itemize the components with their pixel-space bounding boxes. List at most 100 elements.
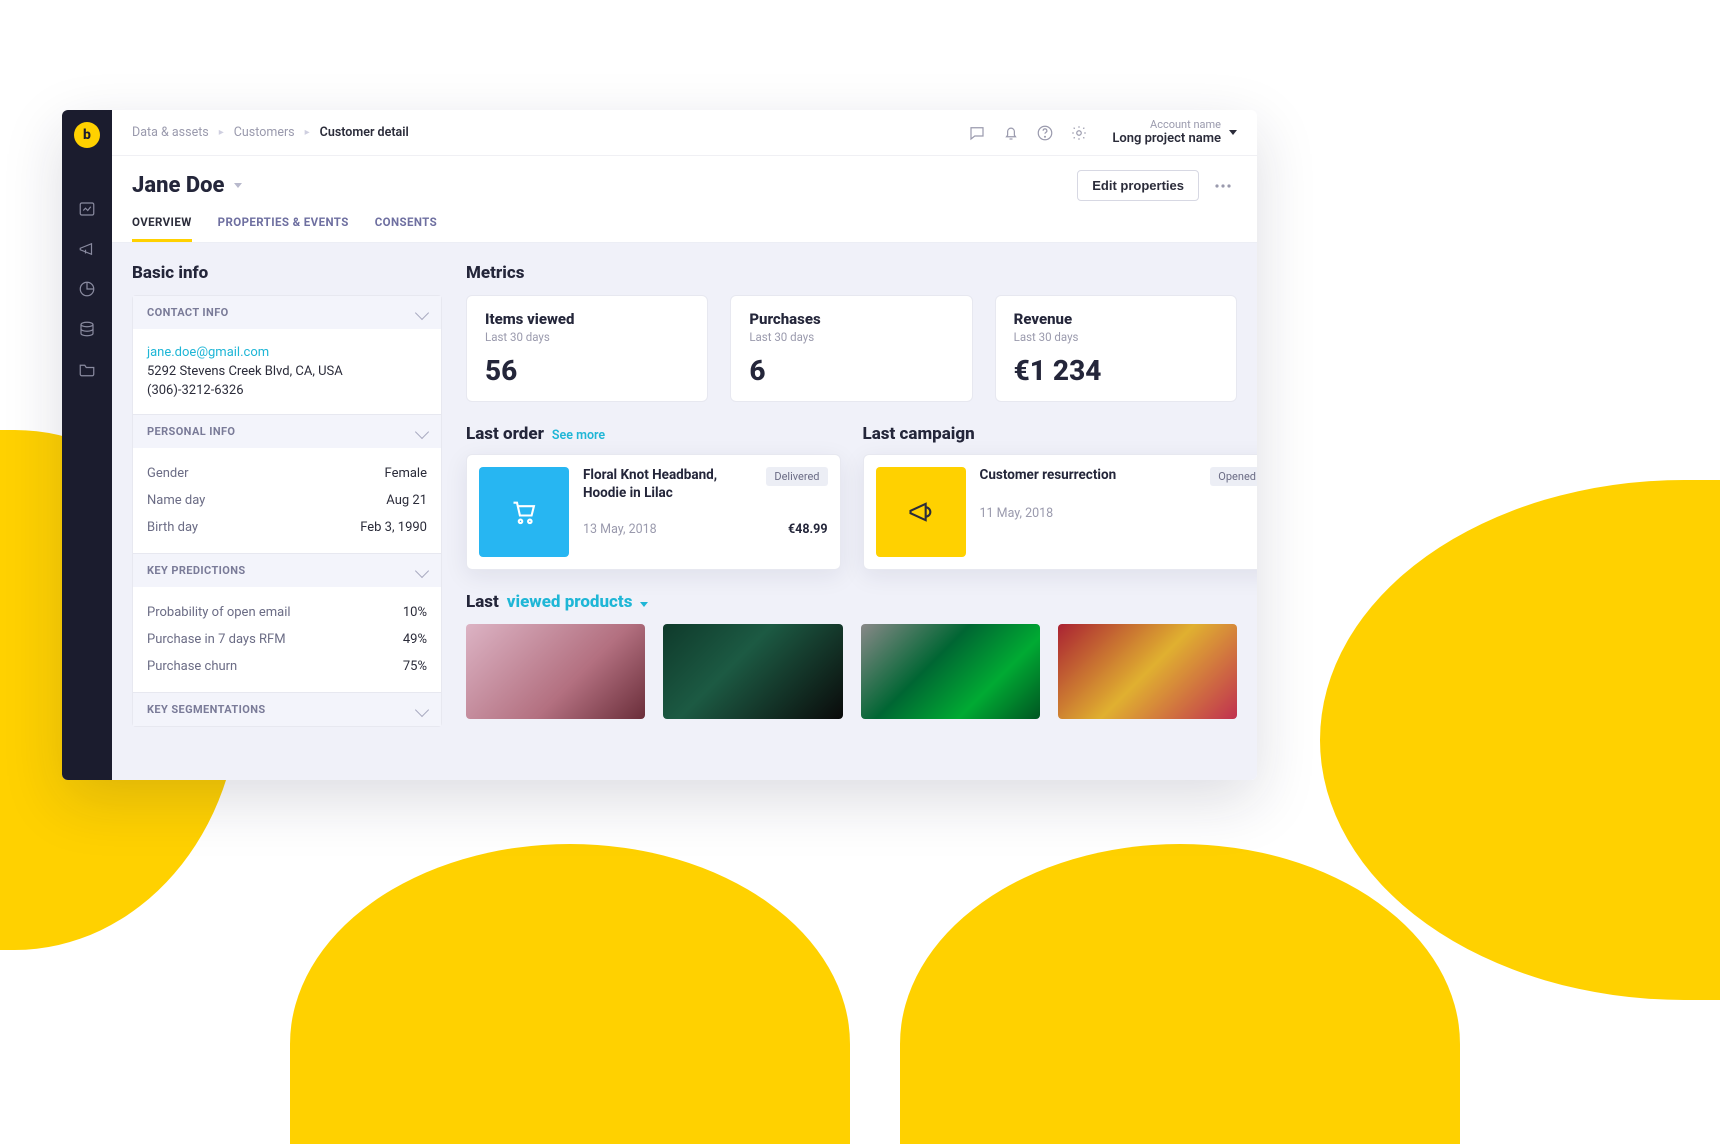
metric-card-items-viewed: Items viewed Last 30 days 56	[466, 295, 708, 402]
accordion-label: KEY SEGMENTATIONS	[147, 703, 266, 716]
metric-title: Items viewed	[485, 310, 689, 328]
last-order-card[interactable]: Floral Knot Headband, Hoodie in Lilac De…	[466, 454, 841, 570]
customer-phone: (306)-3212-6326	[147, 383, 427, 398]
chat-icon[interactable]	[968, 124, 986, 142]
kv-label: Purchase in 7 days RFM	[147, 632, 286, 647]
tabs: OVERVIEW PROPERTIES & EVENTS CONSENTS	[112, 201, 1257, 243]
kv-value: Feb 3, 1990	[360, 520, 427, 535]
tab-consents[interactable]: CONSENTS	[375, 215, 437, 242]
customer-address: 5292 Stevens Creek Blvd, CA, USA	[147, 364, 427, 379]
breadcrumb-current: Customer detail	[320, 125, 409, 140]
status-badge: Opened	[1210, 467, 1257, 486]
campaign-title: Customer resurrection	[980, 467, 1117, 485]
product-thumb[interactable]	[466, 624, 645, 719]
metrics-row: Items viewed Last 30 days 56 Purchases L…	[466, 295, 1237, 402]
kv-value: 49%	[403, 632, 427, 647]
campaign-date: 11 May, 2018	[980, 506, 1054, 521]
basic-info-title: Basic info	[132, 263, 442, 283]
accordion-label: PERSONAL INFO	[147, 425, 235, 438]
page-title-text: Jane Doe	[132, 173, 224, 198]
kv-value: 10%	[403, 605, 427, 620]
help-icon[interactable]	[1036, 124, 1054, 142]
megaphone-icon	[876, 467, 966, 557]
last-campaign-title: Last campaign	[863, 424, 975, 444]
kv-value: Aug 21	[386, 493, 427, 508]
order-date: 13 May, 2018	[583, 522, 657, 537]
breadcrumb-link[interactable]: Customers	[234, 125, 295, 140]
last-campaign-card[interactable]: Customer resurrection Opened 11 May, 201…	[863, 454, 1258, 570]
analytics-icon[interactable]	[78, 280, 96, 298]
contact-info-header[interactable]: CONTACT INFO	[133, 296, 441, 329]
cart-icon	[479, 467, 569, 557]
key-segmentations-header[interactable]: KEY SEGMENTATIONS	[133, 692, 441, 726]
more-button[interactable]	[1209, 172, 1237, 200]
order-price: €48.99	[788, 522, 827, 537]
order-title: Floral Knot Headband, Hoodie in Lilac	[583, 467, 756, 502]
tab-properties-events[interactable]: PROPERTIES & EVENTS	[218, 215, 349, 242]
chevron-right-icon: ▸	[219, 127, 224, 138]
metric-title: Revenue	[1014, 310, 1218, 328]
caret-down-icon	[234, 183, 242, 188]
see-more-link[interactable]: See more	[552, 428, 605, 443]
key-predictions-header[interactable]: KEY PREDICTIONS	[133, 553, 441, 587]
gear-icon[interactable]	[1070, 124, 1088, 142]
campaigns-icon[interactable]	[78, 240, 96, 258]
product-thumb[interactable]	[1058, 624, 1237, 719]
product-row	[466, 624, 1237, 719]
logo[interactable]: b	[74, 122, 100, 148]
basic-info-column: Basic info CONTACT INFO jane.doe@gmail.c…	[132, 263, 442, 760]
tab-overview[interactable]: OVERVIEW	[132, 215, 192, 242]
product-thumb[interactable]	[663, 624, 842, 719]
app-window: b Data & assets ▸ Customers ▸ Customer d…	[62, 110, 1257, 780]
kv-value: Female	[385, 466, 427, 481]
chevron-right-icon: ▸	[305, 127, 310, 138]
chevron-down-icon	[415, 563, 429, 577]
caret-down-icon	[1229, 130, 1237, 135]
metric-card-purchases: Purchases Last 30 days 6	[730, 295, 972, 402]
dashboard-icon[interactable]	[78, 200, 96, 218]
status-badge: Delivered	[766, 467, 827, 486]
metric-card-revenue: Revenue Last 30 days €1 234	[995, 295, 1237, 402]
customer-email[interactable]: jane.doe@gmail.com	[147, 345, 427, 360]
metric-value: 56	[485, 354, 689, 387]
kv-value: 75%	[403, 659, 427, 674]
metric-sub: Last 30 days	[1014, 330, 1218, 344]
last-viewed-accent: viewed products	[507, 592, 633, 612]
bell-icon[interactable]	[1002, 124, 1020, 142]
chevron-down-icon	[415, 702, 429, 716]
chevron-down-icon	[415, 424, 429, 438]
personal-info-header[interactable]: PERSONAL INFO	[133, 414, 441, 448]
folder-icon[interactable]	[78, 360, 96, 378]
product-thumb[interactable]	[861, 624, 1040, 719]
breadcrumb: Data & assets ▸ Customers ▸ Customer det…	[132, 125, 409, 140]
breadcrumb-link[interactable]: Data & assets	[132, 125, 209, 140]
decorative-blob	[290, 844, 850, 1144]
sidebar: b	[62, 110, 112, 780]
decorative-blob	[900, 844, 1460, 1144]
metric-sub: Last 30 days	[485, 330, 689, 344]
last-viewed-header[interactable]: Last viewed products	[466, 592, 1237, 612]
last-viewed-prefix: Last	[466, 592, 499, 612]
titlebar: Jane Doe Edit properties	[112, 156, 1257, 201]
chevron-down-icon	[415, 305, 429, 319]
kv-label: Gender	[147, 466, 189, 481]
kv-label: Purchase churn	[147, 659, 237, 674]
kv-label: Name day	[147, 493, 205, 508]
main-area: Data & assets ▸ Customers ▸ Customer det…	[112, 110, 1257, 780]
accordion-label: KEY PREDICTIONS	[147, 564, 246, 577]
account-label: Account name	[1112, 118, 1221, 131]
accordion-label: CONTACT INFO	[147, 306, 229, 319]
basic-info-panel: CONTACT INFO jane.doe@gmail.com 5292 Ste…	[132, 295, 442, 727]
data-icon[interactable]	[78, 320, 96, 338]
metric-value: 6	[749, 354, 953, 387]
kv-label: Probability of open email	[147, 605, 291, 620]
metric-value: €1 234	[1014, 354, 1218, 387]
edit-properties-button[interactable]: Edit properties	[1077, 170, 1199, 201]
caret-down-icon	[640, 602, 648, 607]
last-order-title: Last order	[466, 424, 544, 444]
metric-title: Purchases	[749, 310, 953, 328]
project-name: Long project name	[1112, 131, 1221, 147]
page-title[interactable]: Jane Doe	[132, 173, 242, 198]
account-switcher[interactable]: Account name Long project name	[1112, 118, 1237, 147]
topbar: Data & assets ▸ Customers ▸ Customer det…	[112, 110, 1257, 156]
